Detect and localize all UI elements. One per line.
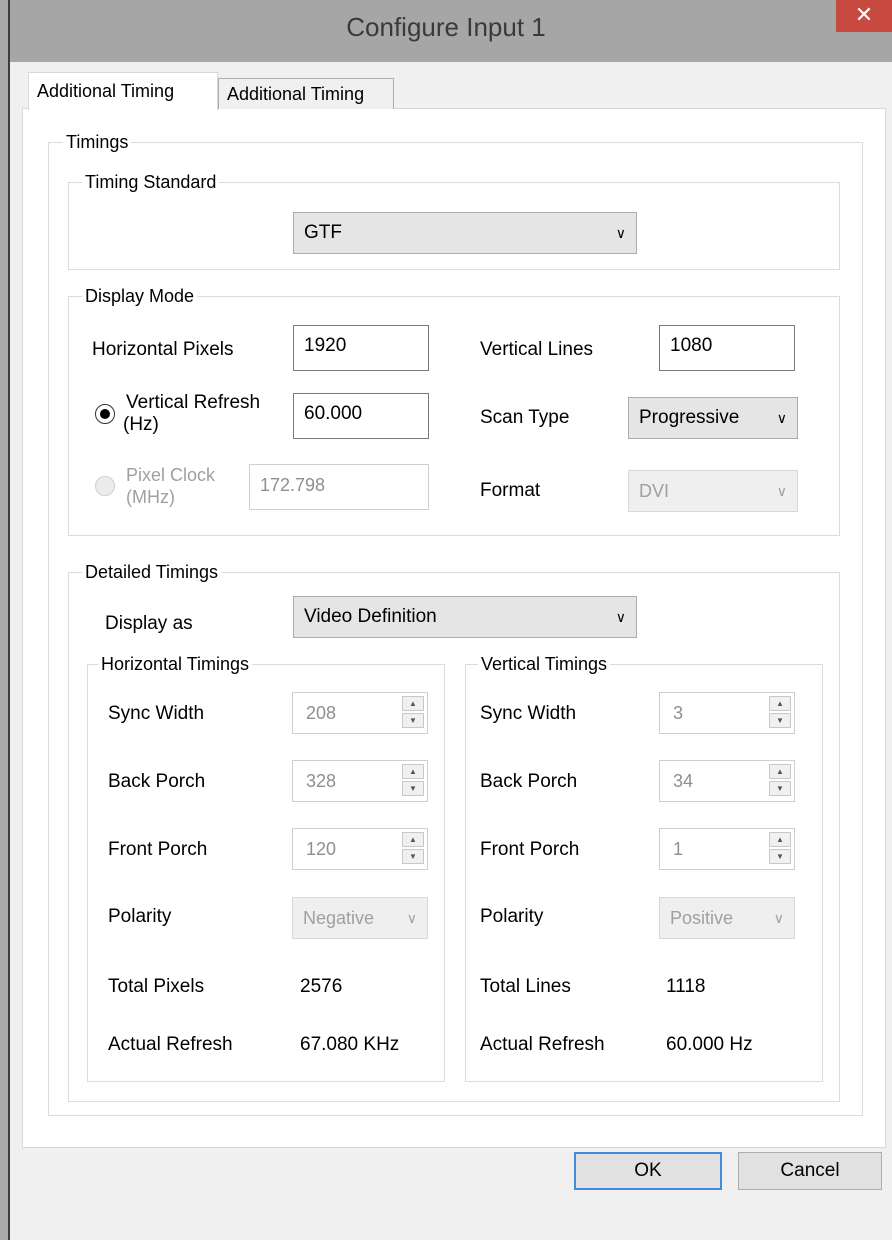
pixel-clock-label-line1: Pixel Clock: [126, 465, 216, 485]
v-sync-width-label: Sync Width: [480, 703, 577, 724]
v-front-porch-value: 1: [673, 839, 684, 859]
spin-down-icon[interactable]: ▼: [769, 781, 791, 796]
display-as-value: Video Definition: [304, 606, 437, 627]
format-label: Format: [480, 480, 541, 501]
window-title: Configure Input 1: [346, 12, 546, 42]
v-front-porch-spinner[interactable]: 1 ▲ ▼: [659, 828, 795, 870]
spin-down-icon[interactable]: ▼: [402, 849, 424, 864]
vertical-refresh-label: Vertical Refresh (Hz): [123, 392, 261, 436]
vertical-lines-input[interactable]: 1080: [659, 325, 795, 371]
chevron-down-icon: ∨: [776, 483, 787, 499]
radio-selected-dot: [100, 409, 110, 419]
spin-down-icon[interactable]: ▼: [402, 713, 424, 728]
v-actual-refresh-label: Actual Refresh: [480, 1034, 605, 1055]
v-polarity-select[interactable]: Positive ∨: [659, 897, 795, 939]
total-lines-label: Total Lines: [480, 976, 571, 997]
h-polarity-value: Negative: [303, 908, 375, 928]
vertical-lines-label: Vertical Lines: [480, 339, 594, 360]
horizontal-pixels-input[interactable]: 1920: [293, 325, 429, 371]
pixel-clock-label-line2: (MHz): [126, 487, 175, 507]
v-sync-width-value: 3: [673, 703, 684, 723]
spin-up-icon[interactable]: ▲: [402, 696, 424, 711]
chevron-down-icon: ∨: [773, 910, 784, 926]
total-lines-value: 1118: [666, 976, 706, 997]
horizontal-pixels-label: Horizontal Pixels: [92, 339, 234, 360]
ok-button[interactable]: OK: [574, 1152, 722, 1190]
tab-additional-timing-1[interactable]: Additional Timing: [28, 72, 218, 110]
tab-additional-timing-2[interactable]: Additional Timing: [218, 78, 394, 109]
vertical-refresh-radio[interactable]: [95, 404, 115, 424]
format-select[interactable]: DVI ∨: [628, 470, 798, 512]
h-sync-width-value: 208: [306, 703, 337, 723]
scan-type-select[interactable]: Progressive ∨: [628, 397, 798, 439]
h-back-porch-spinner[interactable]: 328 ▲ ▼: [292, 760, 428, 802]
v-sync-width-spinner[interactable]: 3 ▲ ▼: [659, 692, 795, 734]
display-mode-label: Display Mode: [82, 286, 198, 306]
v-front-porch-label: Front Porch: [480, 839, 580, 860]
h-sync-width-spinner[interactable]: 208 ▲ ▼: [292, 692, 428, 734]
horizontal-timings-label: Horizontal Timings: [98, 654, 253, 674]
close-icon: ✕: [854, 2, 874, 27]
vertical-timings-label: Vertical Timings: [478, 654, 611, 674]
pixel-clock-label: Pixel Clock (MHz): [126, 464, 215, 508]
h-back-porch-label: Back Porch: [108, 771, 206, 792]
h-polarity-select[interactable]: Negative ∨: [292, 897, 428, 939]
h-front-porch-value: 120: [306, 839, 337, 859]
spin-up-icon[interactable]: ▲: [769, 696, 791, 711]
timings-group-label: Timings: [63, 132, 132, 152]
vertical-refresh-label-line2: (Hz): [123, 414, 159, 435]
total-pixels-value: 2576: [300, 976, 343, 997]
vertical-refresh-input[interactable]: 60.000: [293, 393, 429, 439]
h-front-porch-spinner[interactable]: 120 ▲ ▼: [292, 828, 428, 870]
timing-standard-select[interactable]: GTF ∨: [293, 212, 637, 254]
pixel-clock-radio[interactable]: [95, 476, 115, 496]
h-polarity-label: Polarity: [108, 906, 172, 927]
format-value: DVI: [639, 481, 670, 501]
timing-standard-value: GTF: [304, 222, 342, 243]
h-actual-refresh-label: Actual Refresh: [108, 1034, 233, 1055]
spin-up-icon[interactable]: ▲: [402, 764, 424, 779]
v-back-porch-label: Back Porch: [480, 771, 578, 792]
v-polarity-value: Positive: [670, 908, 734, 928]
h-actual-refresh-value: 67.080 KHz: [300, 1034, 400, 1055]
chevron-down-icon: ∨: [615, 225, 626, 241]
h-back-porch-value: 328: [306, 771, 337, 791]
total-pixels-label: Total Pixels: [108, 976, 205, 997]
spin-down-icon[interactable]: ▼: [769, 713, 791, 728]
spin-down-icon[interactable]: ▼: [402, 781, 424, 796]
v-actual-refresh-value: 60.000 Hz: [666, 1034, 753, 1055]
spin-up-icon[interactable]: ▲: [402, 832, 424, 847]
chevron-down-icon: ∨: [406, 910, 417, 926]
close-button[interactable]: ✕: [836, 0, 892, 32]
pixel-clock-input[interactable]: 172.798: [249, 464, 429, 510]
timing-standard-label: Timing Standard: [82, 172, 220, 192]
v-back-porch-value: 34: [673, 771, 694, 791]
spin-down-icon[interactable]: ▼: [769, 849, 791, 864]
h-sync-width-label: Sync Width: [108, 703, 205, 724]
chevron-down-icon: ∨: [615, 609, 626, 625]
cancel-button[interactable]: Cancel: [738, 1152, 882, 1190]
scan-type-value: Progressive: [639, 407, 740, 428]
detailed-timings-label: Detailed Timings: [82, 562, 222, 582]
vertical-refresh-label-line1: Vertical Refresh: [126, 392, 261, 413]
display-as-select[interactable]: Video Definition ∨: [293, 596, 637, 638]
v-polarity-label: Polarity: [480, 906, 544, 927]
spin-up-icon[interactable]: ▲: [769, 764, 791, 779]
chevron-down-icon: ∨: [776, 410, 787, 426]
h-front-porch-label: Front Porch: [108, 839, 208, 860]
v-back-porch-spinner[interactable]: 34 ▲ ▼: [659, 760, 795, 802]
scan-type-label: Scan Type: [480, 407, 570, 428]
display-as-label: Display as: [105, 613, 193, 634]
spin-up-icon[interactable]: ▲: [769, 832, 791, 847]
